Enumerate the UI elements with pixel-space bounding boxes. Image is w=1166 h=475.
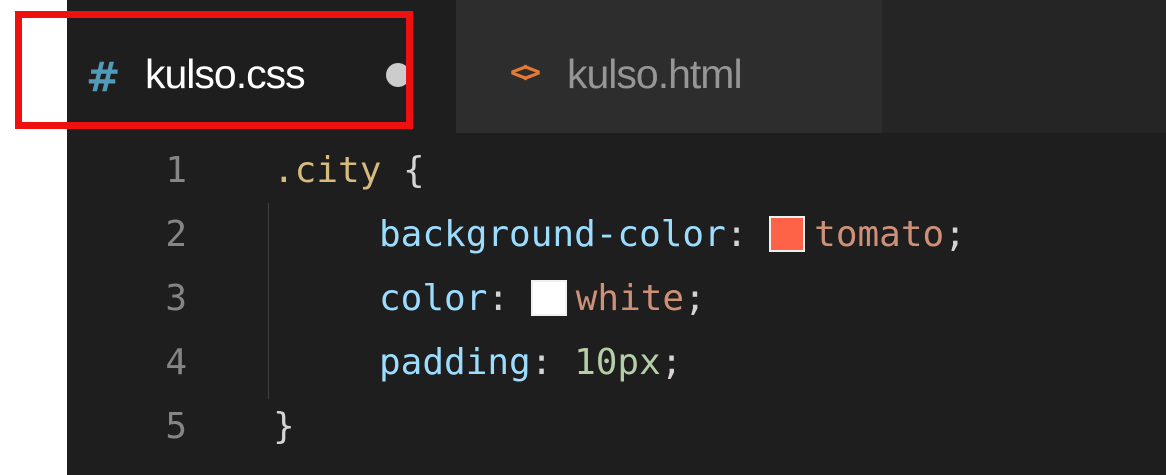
css-semicolon: ; — [660, 342, 683, 383]
css-semicolon: ; — [684, 278, 706, 319]
line-number: 1 — [165, 150, 187, 191]
css-property: padding — [379, 342, 531, 383]
code-content[interactable]: 1 .city { 2 background-color: tomato; 3 … — [67, 133, 1166, 475]
line-number: 5 — [165, 406, 187, 447]
line-number: 2 — [165, 214, 187, 255]
css-colon: : — [725, 214, 770, 255]
css-declaration: color: white; — [273, 266, 706, 332]
code-line[interactable]: 4 padding: 10px; — [67, 330, 1166, 396]
code-line[interactable]: 2 background-color: tomato; — [67, 202, 1166, 268]
code-line[interactable]: 1 .city { — [67, 138, 1166, 204]
code-line[interactable]: 3 color: white; — [67, 266, 1166, 332]
tomato-color-swatch[interactable] — [769, 216, 806, 252]
editor-tab-bar: # kulso.css <> kulso.html — [67, 0, 1166, 133]
css-declaration: background-color: tomato; — [273, 202, 966, 268]
css-rule-end: } — [273, 394, 295, 460]
code-line[interactable]: 5 } — [67, 394, 1166, 460]
css-declaration: padding: 10px; — [273, 330, 682, 396]
css-hash-icon: # — [86, 53, 121, 101]
unsaved-changes-dot-icon[interactable] — [386, 63, 410, 87]
tab-label: kulso.html — [567, 51, 743, 97]
code-editor: # kulso.css <> kulso.html 1 .city { 2 ba… — [67, 0, 1166, 475]
opening-brace: { — [381, 150, 425, 191]
tab-kulso-html[interactable]: <> kulso.html — [456, 0, 882, 133]
tab-label: kulso.css — [145, 51, 306, 97]
css-value: white — [575, 278, 685, 319]
tab-kulso-css[interactable]: # kulso.css — [67, 0, 456, 133]
css-colon: : — [487, 278, 531, 319]
white-color-swatch[interactable] — [530, 280, 567, 316]
css-semicolon: ; — [944, 214, 966, 255]
html-code-icon: <> — [510, 55, 541, 90]
line-number: 3 — [165, 278, 187, 319]
css-property: color — [379, 278, 488, 319]
css-value: tomato — [814, 214, 945, 255]
css-number-value: 10px — [574, 342, 661, 383]
css-selector: .city — [273, 150, 382, 191]
css-colon: : — [530, 342, 575, 383]
css-property: background-color — [379, 214, 726, 255]
line-number: 4 — [165, 342, 187, 383]
css-rule-start: .city { — [273, 138, 425, 204]
closing-brace: } — [273, 406, 295, 447]
